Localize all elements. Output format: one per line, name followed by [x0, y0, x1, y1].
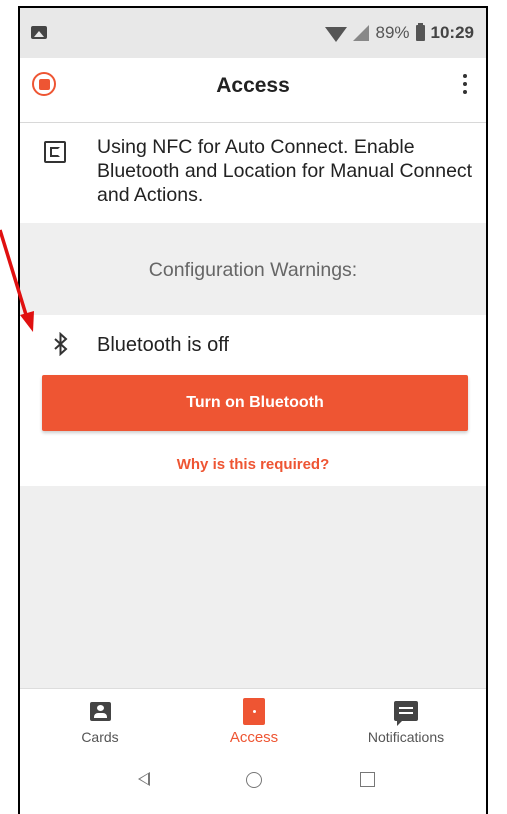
battery-icon	[415, 23, 425, 41]
clock: 10:29	[430, 23, 474, 42]
nav-label-notifications: Notifications	[367, 729, 445, 745]
nfc-notice: Using NFC for Auto Connect. Enable Bluet…	[20, 133, 486, 223]
wifi-icon	[325, 26, 348, 42]
nav-item-cards[interactable]: Cards	[30, 689, 170, 753]
nav-label-cards: Cards	[81, 729, 119, 745]
bluetooth-status-row: Bluetooth is off	[20, 326, 486, 366]
nav-label-access: Access	[229, 729, 279, 746]
bottom-navigation: Cards Access Notifications	[20, 688, 486, 754]
empty-content-area	[20, 486, 486, 688]
battery-percent: 89%	[375, 23, 410, 42]
bluetooth-status-text: Bluetooth is off	[97, 334, 229, 356]
status-bar: 89% 10:29	[20, 8, 486, 58]
configuration-warnings-label: Configuration Warnings:	[148, 259, 358, 281]
cards-icon	[89, 701, 111, 721]
configuration-warnings-header: Configuration Warnings:	[20, 223, 486, 315]
overflow-menu-icon[interactable]	[462, 74, 468, 94]
page-title: Access	[216, 74, 290, 97]
recent-apps-icon[interactable]	[360, 772, 375, 787]
why-required-link[interactable]: Why is this required?	[20, 456, 486, 473]
status-icons: 89% 10:29	[325, 22, 474, 44]
bluetooth-icon	[54, 331, 68, 362]
nav-item-notifications[interactable]: Notifications	[336, 689, 476, 753]
turn-on-bluetooth-button[interactable]: Turn on Bluetooth	[42, 375, 468, 431]
notifications-icon	[394, 701, 418, 726]
image-notification-icon	[31, 26, 47, 39]
nav-item-access[interactable]: Access	[184, 689, 324, 753]
signal-icon	[353, 25, 370, 41]
access-icon	[243, 697, 265, 725]
app-bar: Access	[20, 58, 486, 123]
nfc-icon	[44, 141, 66, 163]
nfc-notice-text: Using NFC for Auto Connect. Enable Bluet…	[97, 136, 473, 206]
home-icon[interactable]	[246, 772, 262, 788]
system-navigation-bar	[20, 753, 486, 814]
back-icon[interactable]	[138, 772, 150, 786]
phone-screen: 89% 10:29 Access Using NFC for Auto Conn…	[18, 6, 488, 814]
